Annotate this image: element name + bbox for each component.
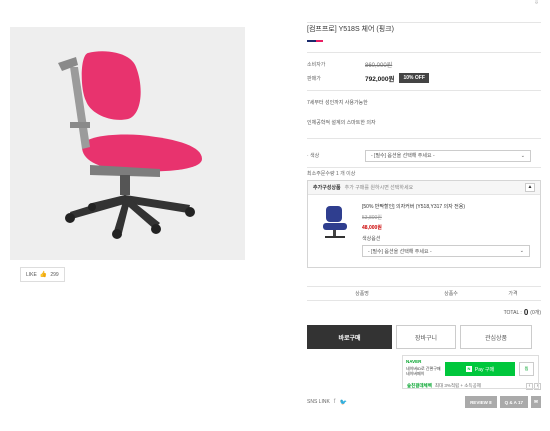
addon-option-label: 색상옵션 bbox=[362, 236, 381, 242]
naver-zzim-button[interactable]: 찜 bbox=[519, 362, 534, 376]
chevron-down-icon: ⌄ bbox=[520, 152, 525, 159]
sale-price: 792,000원 bbox=[365, 76, 395, 83]
add-to-cart-button[interactable]: 장바구니 bbox=[396, 325, 456, 349]
collapse-toggle-icon[interactable]: ▲ bbox=[525, 183, 535, 192]
chevron-down-icon: ⌄ bbox=[519, 248, 524, 254]
naver-pay-label: Pay 구매 bbox=[474, 366, 495, 373]
color-option-value: - [필수] 옵션을 선택해 주세요 - bbox=[371, 153, 435, 159]
min-qty-note: 최소주문수량 1 개 이상 bbox=[307, 167, 541, 180]
addon-price: 48,000원 bbox=[362, 225, 382, 231]
color-option-label: · 색상 bbox=[307, 153, 320, 159]
review-buttons: REVIEW 8 Q & A 17 ✉ bbox=[465, 396, 541, 408]
naver-n-icon: N bbox=[465, 366, 472, 372]
naver-logo: NAVER bbox=[406, 359, 422, 364]
note-2: 인체공학적 설계의 스마트한 의자 bbox=[307, 120, 376, 126]
naver-pay-button[interactable]: N Pay 구매 bbox=[445, 362, 515, 376]
review-button[interactable]: REVIEW 8 bbox=[465, 396, 497, 408]
addon-info: [50% 반짝할인] 의자커버 (Y518,Y317 의자 전용) 53,800… bbox=[362, 203, 535, 259]
thumbs-up-icon: 👍 bbox=[39, 272, 48, 278]
product-info: [컴프프로] Y518S 체어 (핑크) 소비자가 860,000원 판매가 7… bbox=[307, 22, 541, 410]
sale-price-row: 판매가 792,000원 10% OFF bbox=[307, 71, 541, 85]
col-name: 상품명 bbox=[355, 291, 369, 297]
product-image: LIKE 👍 299 bbox=[10, 27, 245, 282]
twitter-icon[interactable]: 🐦 bbox=[339, 399, 346, 406]
color-option-row: · 색상 - [필수] 옵션을 선택해 주세요 - ⌄ bbox=[307, 138, 541, 167]
share-icon[interactable]: ⇩ bbox=[534, 0, 540, 6]
buy-now-button[interactable]: 바로구매 bbox=[307, 325, 392, 349]
naver-pay-sub: 네이버ID로 간편구매 네이버페이 bbox=[406, 366, 441, 376]
color-option-select[interactable]: - [필수] 옵션을 선택해 주세요 - ⌄ bbox=[365, 149, 531, 162]
note-1: 7세부터 성인까지 사용가능한 bbox=[307, 100, 368, 106]
chair-illustration bbox=[58, 51, 202, 239]
addon-name: [50% 반짝할인] 의자커버 (Y518,Y317 의자 전용) bbox=[362, 204, 466, 210]
addon-item: [50% 반짝할인] 의자커버 (Y518,Y317 의자 전용) 53,800… bbox=[308, 195, 540, 267]
selected-items-table: 상품명 상품수 가격 bbox=[307, 286, 541, 301]
like-button[interactable]: LIKE 👍 299 bbox=[20, 267, 65, 282]
price-block: 소비자가 860,000원 판매가 792,000원 10% OFF bbox=[307, 52, 541, 85]
consumer-price: 860,000원 bbox=[365, 62, 393, 69]
consumer-price-label: 소비자가 bbox=[307, 61, 326, 68]
facebook-icon[interactable]: f bbox=[334, 399, 336, 405]
total-label: TOTAL : bbox=[503, 309, 522, 316]
addon-option-value: - [필수] 옵션을 선택해 주세요 - bbox=[368, 248, 432, 255]
addon-thumbnail[interactable] bbox=[316, 203, 354, 241]
total-value: 0 bbox=[523, 308, 529, 317]
addon-orig-price: 53,800원 bbox=[362, 215, 382, 221]
addon-subheading: 추가 구매를 원하시면 선택하세요 bbox=[344, 185, 414, 191]
sns-links: SNS LINK f 🐦 bbox=[307, 399, 347, 406]
like-label: LIKE bbox=[26, 271, 37, 278]
total-row: TOTAL : 0 (0개) bbox=[307, 301, 541, 324]
bottom-bar: SNS LINK f 🐦 REVIEW 8 Q & A 17 ✉ bbox=[307, 394, 541, 410]
product-title: [컴프프로] Y518S 체어 (핑크) bbox=[307, 22, 541, 36]
addon-header: 추가구성상품 추가 구매를 원하시면 선택하세요 ▲ bbox=[308, 181, 540, 195]
like-count: 299 bbox=[50, 271, 59, 278]
discount-badge: 10% OFF bbox=[399, 73, 429, 83]
sale-price-label: 판매가 bbox=[307, 75, 321, 82]
qna-button[interactable]: Q & A 17 bbox=[499, 396, 528, 408]
wishlist-button[interactable]: 관심상품 bbox=[460, 325, 532, 349]
action-buttons: 바로구매 장바구니 관심상품 bbox=[307, 325, 541, 349]
col-qty: 상품수 bbox=[444, 291, 458, 297]
total-count: (0개) bbox=[530, 310, 541, 316]
addon-heading: 추가구성상품 bbox=[313, 185, 341, 191]
addon-option-select[interactable]: - [필수] 옵션을 선택해 주세요 - ⌄ bbox=[362, 245, 530, 257]
title-color-rule bbox=[307, 40, 323, 42]
col-price: 가격 bbox=[508, 291, 518, 297]
consumer-price-row: 소비자가 860,000원 bbox=[307, 57, 541, 71]
sns-label: SNS LINK bbox=[307, 399, 330, 405]
chair-cover-image bbox=[323, 206, 347, 238]
addon-panel: 추가구성상품 추가 구매를 원하시면 선택하세요 ▲ [50% 반짝할인] 의자… bbox=[307, 180, 541, 268]
mail-icon[interactable]: ✉ bbox=[531, 396, 541, 408]
product-notes: 7세부터 성인까지 사용가능한 인체공학적 설계의 스마트한 의자 bbox=[307, 90, 541, 138]
naver-pay-box: NAVER 네이버ID로 간편구매 네이버페이 N Pay 구매 찜 bbox=[402, 355, 539, 389]
